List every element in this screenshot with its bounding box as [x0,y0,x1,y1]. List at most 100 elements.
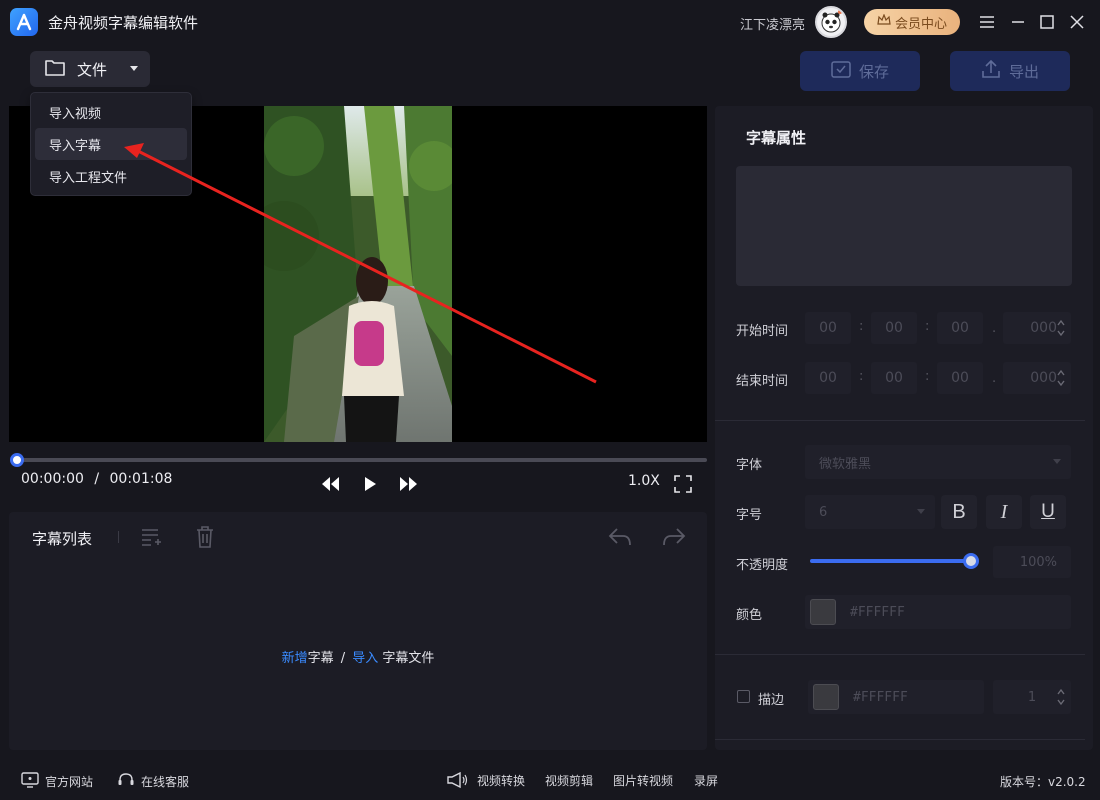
playback-progress-bar[interactable] [17,458,707,462]
add-subtitle-link[interactable]: 新增 [282,651,308,666]
app-logo [10,8,38,36]
menu-item-import-subtitle[interactable]: 导入字幕 [35,128,187,160]
end-second-field[interactable]: 00 [937,362,983,394]
stroke-color-value: #FFFFFF [853,689,908,705]
add-subtitle-icon[interactable] [140,527,162,551]
duration: 00:01:08 [109,471,173,487]
font-select[interactable]: 微软雅黑 [805,445,1071,479]
stroke-color-picker[interactable]: #FFFFFF [808,680,984,714]
redo-icon[interactable] [662,527,686,551]
save-label: 保存 [858,62,889,81]
colon: : [925,369,930,384]
color-value: #FFFFFF [850,604,905,620]
stroke-label: 描边 [758,693,785,708]
opacity-slider[interactable] [810,559,970,563]
color-swatch[interactable] [810,599,836,625]
undo-icon[interactable] [608,527,632,551]
official-website-link[interactable]: 官方网站 [21,772,93,791]
vip-label: 会员中心 [894,16,947,32]
save-button[interactable]: 保存 [800,51,920,91]
font-label: 字体 [736,458,763,473]
time-display: 00:00:00 / 00:01:08 [21,471,172,487]
version-number: 版本号：v2.0.2 [1000,775,1086,789]
app-title: 金舟视频字幕编辑软件 [48,14,199,32]
rewind-icon[interactable] [320,474,340,494]
underline-button[interactable]: U [1030,495,1066,529]
import-subtitle-text: 字幕文件 [382,651,435,666]
color-picker[interactable]: #FFFFFF [805,595,1071,629]
font-size-select[interactable]: 6 [805,495,935,529]
username[interactable]: 江下凌漂亮 [740,14,805,33]
opacity-field[interactable]: 100% [993,546,1071,578]
start-hour-field[interactable]: 00 [805,312,851,344]
spinner-icon[interactable] [1057,687,1065,711]
end-minute-field[interactable]: 00 [871,362,917,394]
minimize-icon[interactable] [1008,12,1028,32]
font-value: 微软雅黑 [819,456,872,472]
section-divider [715,739,1085,740]
export-button[interactable]: 导出 [950,51,1070,91]
italic-button[interactable]: I [986,495,1022,529]
fullscreen-icon[interactable] [673,474,693,494]
properties-title: 字幕属性 [746,129,807,147]
bold-button[interactable]: B [941,495,977,529]
maximize-icon[interactable] [1037,12,1057,32]
subtitle-text-area[interactable] [736,166,1072,286]
video-frame-image [264,106,452,442]
megaphone-icon [446,771,468,793]
vip-center-button[interactable]: 会员中心 [864,9,960,35]
spinner-icon[interactable] [1057,368,1065,392]
current-time: 00:00:00 [21,471,84,487]
crown-icon [877,13,891,30]
play-icon[interactable] [360,474,380,494]
website-label: 官方网站 [45,775,94,789]
file-dropdown-menu: 导入视频 导入字幕 导入工程文件 [30,92,192,196]
monitor-icon [21,772,39,791]
color-label: 颜色 [736,608,763,623]
folder-icon [45,58,65,80]
menu-icon[interactable] [977,12,997,32]
chevron-down-icon [1053,459,1061,464]
file-menu-button[interactable]: 文件 [30,51,150,87]
end-time-label: 结束时间 [736,374,789,389]
section-divider [715,654,1085,655]
tool-link-image-to-video[interactable]: 图片转视频 [613,772,673,789]
stroke-checkbox[interactable] [737,690,750,703]
opacity-slider-handle[interactable] [963,553,979,569]
fast-forward-icon[interactable] [399,474,419,494]
export-label: 导出 [1008,62,1039,81]
progress-handle[interactable] [10,453,24,467]
dot: . [992,321,997,336]
import-subtitle-link[interactable]: 导入 [352,651,378,666]
start-time-label: 开始时间 [736,324,789,339]
italic-icon: I [1000,500,1008,523]
stroke-color-swatch[interactable] [813,684,839,710]
colon: : [859,369,864,384]
start-second-field[interactable]: 00 [937,312,983,344]
divider [118,531,119,543]
chevron-down-icon [917,509,925,514]
menu-item-import-project[interactable]: 导入工程文件 [35,160,187,192]
chevron-down-icon [130,66,138,71]
subtitle-list-panel [9,512,707,750]
close-icon[interactable] [1067,12,1087,32]
tool-link-video-edit[interactable]: 视频剪辑 [545,772,593,789]
underline-icon: U [1041,501,1055,522]
tool-link-screen-record[interactable]: 录屏 [694,772,718,789]
colon: : [925,319,930,334]
tool-link-video-convert[interactable]: 视频转换 [477,772,525,789]
delete-icon[interactable] [195,526,215,552]
font-size-value: 6 [819,504,828,520]
section-divider [715,420,1085,421]
start-minute-field[interactable]: 00 [871,312,917,344]
hint-divider: / [340,651,346,666]
end-hour-field[interactable]: 00 [805,362,851,394]
empty-list-hint: 新增字幕 / 导入 字幕文件 [9,647,707,666]
menu-item-import-video[interactable]: 导入视频 [35,96,187,128]
playback-speed[interactable]: 1.0X [628,473,660,489]
spinner-icon[interactable] [1057,318,1065,342]
online-support-link[interactable]: 在线客服 [117,772,189,791]
upload-icon [981,59,1001,83]
colon: : [859,319,864,334]
avatar[interactable] [815,6,847,38]
